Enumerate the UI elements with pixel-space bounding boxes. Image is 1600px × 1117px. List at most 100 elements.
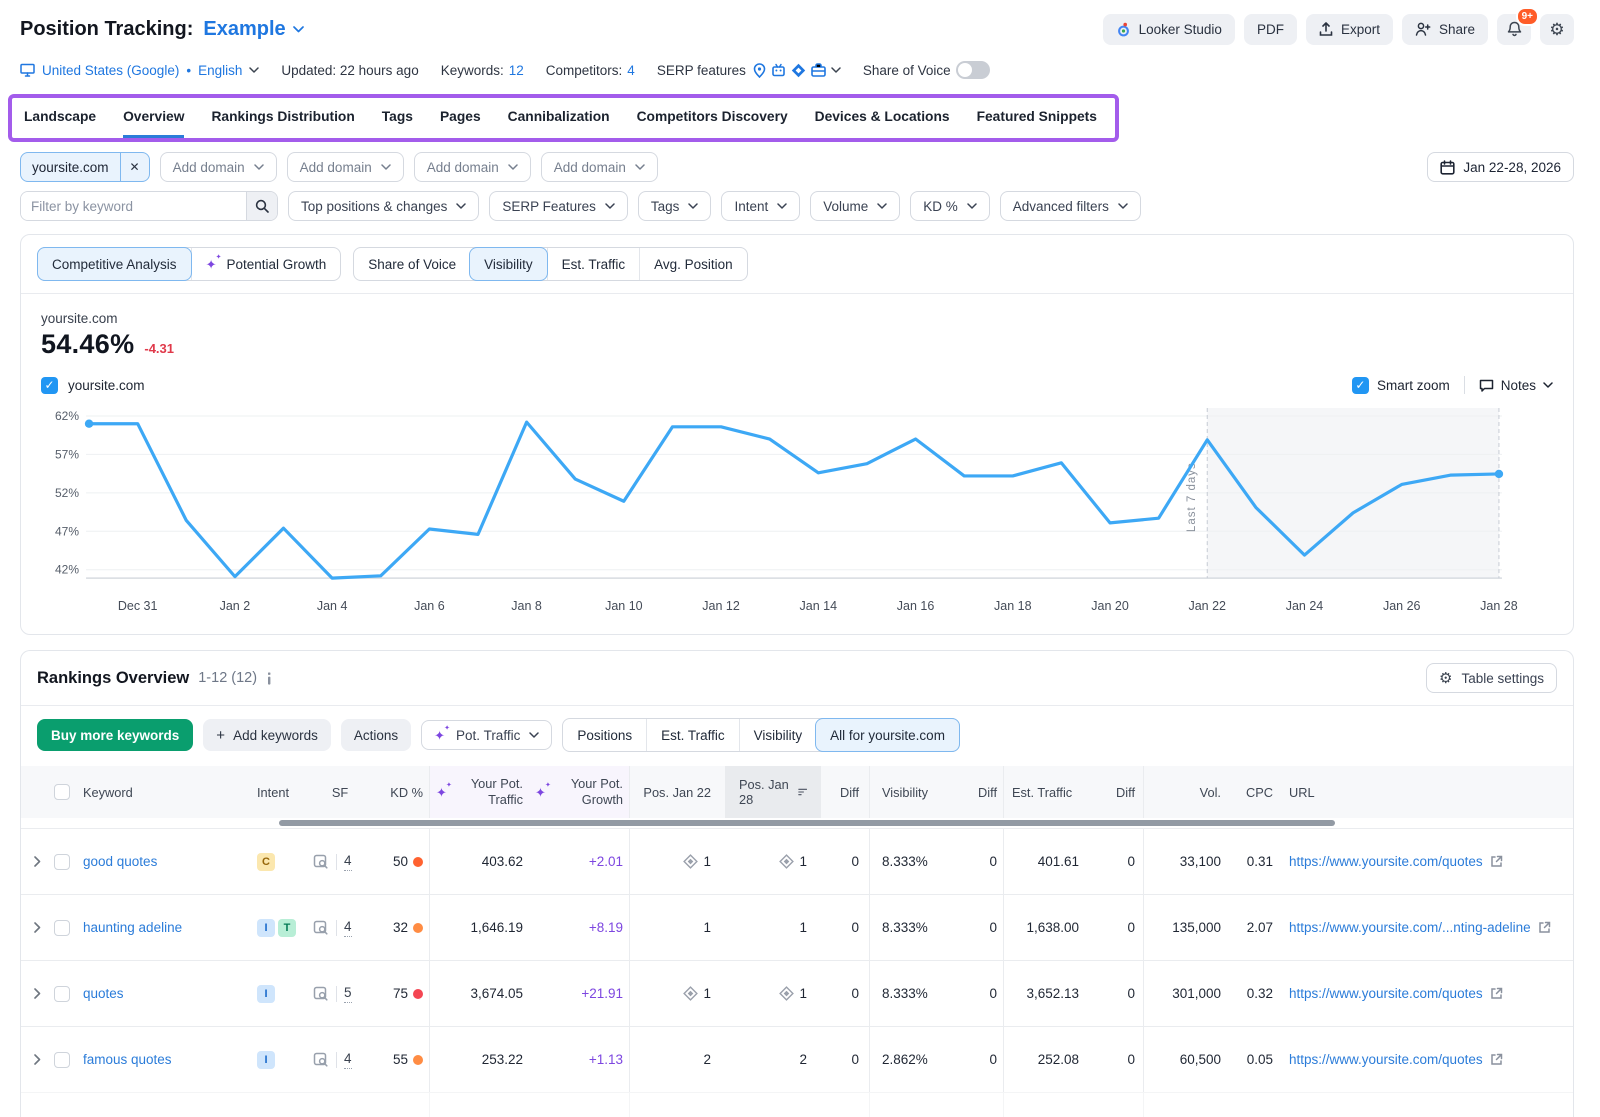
row-expand-button[interactable] <box>21 829 47 894</box>
metric-tab-visibility[interactable]: Visibility <box>469 247 548 281</box>
competitive-analysis-tab[interactable]: Competitive Analysis <box>37 247 192 281</box>
keyword-link[interactable]: haunting adeline <box>83 920 182 935</box>
col-est-traffic[interactable]: Est. Traffic <box>1003 766 1091 818</box>
url-link[interactable]: https://www.yoursite.com/...nting-adelin… <box>1289 920 1531 935</box>
serp-features-count[interactable]: 4 <box>344 918 352 937</box>
col-pos-diff[interactable]: Diff <box>821 766 869 818</box>
col-cpc[interactable]: CPC <box>1233 766 1277 818</box>
intent-badge-i[interactable]: I <box>257 919 275 937</box>
row-checkbox[interactable] <box>54 986 70 1002</box>
row-expand-button[interactable] <box>21 895 47 960</box>
locale-selector[interactable]: United States (Google) • English <box>20 63 259 78</box>
add-domain-button-2[interactable]: Add domain <box>287 152 404 182</box>
pdf-button[interactable]: PDF <box>1244 14 1297 45</box>
col-visibility-diff[interactable]: Diff <box>963 766 1003 818</box>
smart-zoom-checkbox[interactable]: ✓ <box>1352 377 1369 394</box>
nav-tab-overview[interactable]: Overview <box>123 109 184 138</box>
view-tab-visibility[interactable]: Visibility <box>739 719 817 751</box>
nav-tab-landscape[interactable]: Landscape <box>24 109 96 138</box>
add-domain-button-3[interactable]: Add domain <box>414 152 531 182</box>
intent-badge-t[interactable]: T <box>278 919 296 937</box>
actions-button[interactable]: Actions <box>341 719 411 751</box>
row-expand-button[interactable] <box>21 1093 47 1117</box>
nav-tab-devices-locations[interactable]: Devices & Locations <box>815 109 950 138</box>
keyword-search-input[interactable] <box>21 192 246 220</box>
serp-features-count[interactable]: 5 <box>344 984 352 1003</box>
buy-more-keywords-button[interactable]: Buy more keywords <box>37 719 193 751</box>
col-visibility[interactable]: Visibility <box>869 766 963 818</box>
url-link[interactable]: https://www.yoursite.com/quotes <box>1289 854 1483 869</box>
col-keyword[interactable]: Keyword <box>77 766 251 818</box>
col-sf[interactable]: SF <box>307 766 373 818</box>
serp-features-selector[interactable]: SERP features <box>657 63 841 78</box>
select-all-checkbox[interactable] <box>54 784 70 800</box>
row-checkbox[interactable] <box>54 854 70 870</box>
filter-dropdown-serp-features[interactable]: SERP Features <box>489 191 628 221</box>
nav-tab-featured-snippets[interactable]: Featured Snippets <box>977 109 1097 138</box>
competitors-value-link[interactable]: 4 <box>627 63 635 78</box>
col-pos-jan22[interactable]: Pos. Jan 22 <box>629 766 725 818</box>
col-pot-traffic[interactable]: ✦✦Your Pot. Traffic <box>429 766 529 818</box>
add-domain-button-4[interactable]: Add domain <box>541 152 658 182</box>
intent-badge-i[interactable]: I <box>257 1051 275 1069</box>
nav-tab-rankings-distribution[interactable]: Rankings Distribution <box>211 109 354 138</box>
add-domain-button-1[interactable]: Add domain <box>160 152 277 182</box>
filter-dropdown-intent[interactable]: Intent <box>721 191 800 221</box>
keyword-link[interactable]: good quotes <box>83 854 157 869</box>
col-kd[interactable]: KD % <box>373 766 429 818</box>
filter-dropdown-advanced-filters[interactable]: Advanced filters <box>1000 191 1141 221</box>
settings-button[interactable]: ⚙ <box>1540 14 1574 45</box>
share-of-voice-toggle[interactable] <box>956 61 990 79</box>
col-pos-jan28[interactable]: Pos. Jan 28 <box>725 766 821 818</box>
project-selector[interactable]: Example <box>203 18 303 41</box>
keyword-search-button[interactable] <box>246 192 277 220</box>
col-intent[interactable]: Intent <box>251 766 307 818</box>
keyword-link[interactable]: quotes <box>83 986 124 1001</box>
metric-tab-avg-position[interactable]: Avg. Position <box>639 248 747 280</box>
nav-tab-tags[interactable]: Tags <box>382 109 413 138</box>
row-expand-button[interactable] <box>21 1027 47 1092</box>
intent-badge-i[interactable]: I <box>257 985 275 1003</box>
export-button[interactable]: Export <box>1306 14 1393 45</box>
filter-dropdown-tags[interactable]: Tags <box>638 191 712 221</box>
nav-tab-pages[interactable]: Pages <box>440 109 481 138</box>
col-url[interactable]: URL <box>1277 766 1573 818</box>
nav-tab-cannibalization[interactable]: Cannibalization <box>508 109 610 138</box>
serp-features-count[interactable]: 4 <box>344 852 352 871</box>
filter-dropdown-kd-[interactable]: KD % <box>910 191 990 221</box>
remove-domain-button[interactable]: ✕ <box>120 153 149 181</box>
filter-dropdown-top-positions-changes[interactable]: Top positions & changes <box>288 191 479 221</box>
pot-traffic-dropdown[interactable]: ✦✦ Pot. Traffic <box>421 720 552 750</box>
keywords-value-link[interactable]: 12 <box>509 63 524 78</box>
date-range-picker[interactable]: Jan 22-28, 2026 <box>1427 152 1574 182</box>
notifications-button[interactable]: 9+ <box>1497 14 1531 45</box>
url-link[interactable]: https://www.yoursite.com/quotes <box>1289 1052 1483 1067</box>
looker-studio-button[interactable]: Looker Studio <box>1103 14 1235 45</box>
share-button[interactable]: Share <box>1402 14 1488 45</box>
potential-growth-tab[interactable]: ✦✦ Potential Growth <box>191 248 341 280</box>
view-tab-positions[interactable]: Positions <box>563 719 646 751</box>
intent-badge-c[interactable]: C <box>257 853 275 871</box>
add-keywords-button[interactable]: + Add keywords <box>203 719 331 751</box>
view-tab-all-for-yoursite-com[interactable]: All for yoursite.com <box>815 718 960 752</box>
row-checkbox[interactable] <box>54 920 70 936</box>
col-volume[interactable]: Vol. <box>1143 766 1233 818</box>
table-settings-button[interactable]: ⚙ Table settings <box>1426 663 1557 693</box>
info-icon[interactable] <box>266 672 272 685</box>
col-est-traffic-diff[interactable]: Diff <box>1091 766 1143 818</box>
active-domain-label[interactable]: yoursite.com <box>21 153 120 181</box>
visibility-line-chart[interactable]: 62%57%52%47%42%Last 7 daysDec 31Jan 2Jan… <box>21 396 1573 634</box>
metric-tab-share-of-voice[interactable]: Share of Voice <box>354 248 470 280</box>
filter-dropdown-volume[interactable]: Volume <box>810 191 900 221</box>
legend-checkbox[interactable]: ✓ <box>41 377 58 394</box>
metric-tab-est-traffic[interactable]: Est. Traffic <box>547 248 640 280</box>
url-link[interactable]: https://www.yoursite.com/quotes <box>1289 986 1483 1001</box>
nav-tab-competitors-discovery[interactable]: Competitors Discovery <box>637 109 788 138</box>
notes-dropdown[interactable]: Notes <box>1479 378 1553 393</box>
scrollbar-thumb[interactable] <box>279 820 1335 826</box>
serp-features-count[interactable]: 4 <box>344 1050 352 1069</box>
col-pot-growth[interactable]: ✦✦Your Pot. Growth <box>529 766 629 818</box>
view-tab-est-traffic[interactable]: Est. Traffic <box>646 719 739 751</box>
keyword-link[interactable]: famous quotes <box>83 1052 172 1067</box>
row-expand-button[interactable] <box>21 961 47 1026</box>
